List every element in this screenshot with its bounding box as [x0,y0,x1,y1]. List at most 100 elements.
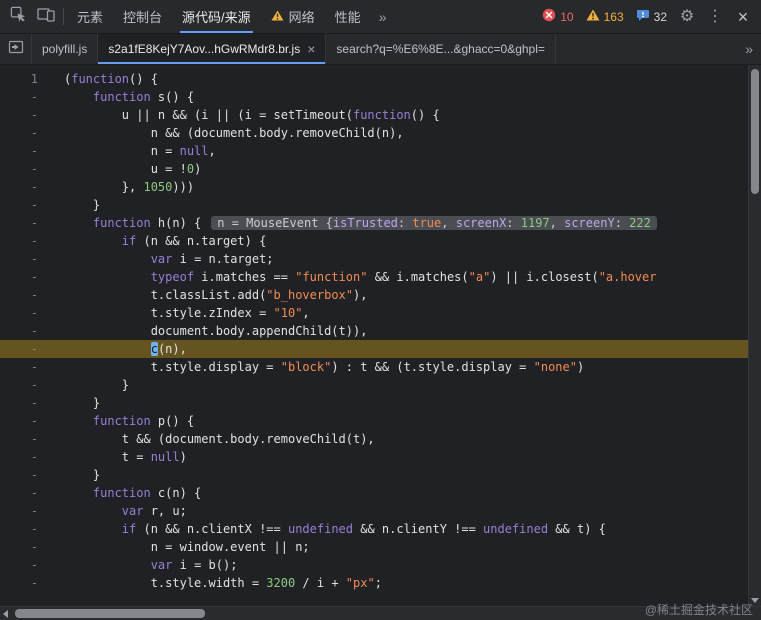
vertical-scrollbar[interactable] [748,65,761,606]
line-number[interactable]: - [0,268,52,286]
code-text[interactable]: var i = n.target; [52,250,748,268]
code-text[interactable]: var i = b(); [52,556,748,574]
line-number[interactable]: - [0,466,52,484]
code-text[interactable]: function p() { [52,412,748,430]
line-number[interactable]: - [0,574,52,592]
line-number[interactable]: - [0,394,52,412]
tab-label: 性能 [334,10,361,25]
line-number[interactable]: - [0,286,52,304]
code-text[interactable]: t.style.zIndex = "10", [52,304,748,322]
code-text[interactable]: }, 1050))) [52,178,748,196]
line-number[interactable]: - [0,322,52,340]
code-line: - } [0,394,748,412]
code-text[interactable]: t.classList.add("b_hoverbox"), [52,286,748,304]
vertical-scrollbar-thumb[interactable] [751,69,759,194]
line-number[interactable]: - [0,502,52,520]
code-text[interactable]: t.style.display = "block") : t && (t.sty… [52,358,748,376]
code-line: - var i = n.target; [0,250,748,268]
line-number[interactable]: - [0,430,52,448]
code-text[interactable]: n = window.event || n; [52,538,748,556]
tab-performance[interactable]: 性能 [325,0,371,33]
line-number[interactable]: - [0,520,52,538]
line-number[interactable]: - [0,178,52,196]
code-text[interactable]: n && (document.body.removeChild(n), [52,124,748,142]
code-line: 1 (function() { [0,70,748,88]
code-text[interactable]: function h(n) {n = MouseEvent {isTrusted… [52,214,748,232]
code-text[interactable]: function c(n) { [52,484,748,502]
warning-icon [586,9,600,24]
file-tab-polyfill[interactable]: polyfill.js [32,34,99,64]
tab-label: 控制台 [123,10,163,25]
code-line: - n = window.event || n; [0,538,748,556]
code-text[interactable]: u || n && (i || (i = setTimeout(function… [52,106,748,124]
code-line: - } [0,466,748,484]
code-text[interactable]: c(n), [52,340,748,358]
line-number[interactable]: - [0,358,52,376]
code-text[interactable]: if (n && n.clientX !== undefined && n.cl… [52,520,748,538]
tab-label: 元素 [77,10,104,25]
close-tab-icon[interactable]: × [307,42,315,56]
error-counter[interactable]: 10 [536,8,579,25]
horizontal-scrollbar-thumb[interactable] [15,609,205,618]
line-number[interactable]: - [0,376,52,394]
code-text[interactable]: function s() { [52,88,748,106]
code-text[interactable]: } [52,196,748,214]
line-number[interactable]: - [0,412,52,430]
tab-sources[interactable]: 源代码/来源 [172,0,261,33]
settings-button[interactable]: ⚙ [673,8,701,25]
code-line: - n = null, [0,142,748,160]
code-text[interactable]: u = !0) [52,160,748,178]
close-devtools-button[interactable]: × [729,8,757,26]
file-tab-search[interactable]: search?q=%E6%8E...&ghacc=0&ghpl= [326,34,556,64]
line-number[interactable]: - [0,160,52,178]
line-number[interactable]: - [0,538,52,556]
tab-elements[interactable]: 元素 [67,0,113,33]
code-editor[interactable]: 1 (function() { - function s() { - u || n &… [0,65,761,606]
code-text[interactable]: } [52,466,748,484]
code-text[interactable]: } [52,394,748,412]
show-navigator-button[interactable] [0,34,32,64]
warning-counter[interactable]: 163 [580,9,630,24]
code-line: - function c(n) { [0,484,748,502]
file-tab-active[interactable]: s2a1fE8KejY7Aov...hGwRMdr8.br.js × [98,34,327,64]
device-toolbar-button[interactable] [32,0,60,33]
line-number[interactable]: - [0,484,52,502]
code-text[interactable]: document.body.appendChild(t)), [52,322,748,340]
code-text[interactable]: var r, u; [52,502,748,520]
code-line: - } [0,376,748,394]
code-text[interactable]: typeof i.matches == "function" && i.matc… [52,268,748,286]
more-file-tabs-button[interactable]: » [737,34,761,64]
line-number[interactable]: - [0,142,52,160]
more-options-button[interactable]: ⋮ [701,8,729,25]
line-number[interactable]: - [0,556,52,574]
code-text[interactable]: t.style.width = 3200 / i + "px"; [52,574,748,592]
line-number[interactable]: - [0,448,52,466]
issues-count: 32 [653,9,667,24]
code-text[interactable]: t && (document.body.removeChild(t), [52,430,748,448]
code-text[interactable]: t = null) [52,448,748,466]
code-line: - t.style.display = "block") : t && (t.s… [0,358,748,376]
file-tab-strip: polyfill.js s2a1fE8KejY7Aov...hGwRMdr8.b… [0,34,761,65]
line-number[interactable]: - [0,232,52,250]
code-line: - t = null) [0,448,748,466]
tab-network[interactable]: 网络 [261,0,325,33]
line-number[interactable]: - [0,214,52,232]
more-panels-button[interactable]: » [371,0,395,33]
scroll-left-arrow-icon[interactable] [3,610,8,618]
code-text[interactable]: n = null, [52,142,748,160]
file-tab-label: search?q=%E6%8E...&ghacc=0&ghpl= [336,42,545,56]
issues-counter[interactable]: 32 [630,9,673,25]
line-number[interactable]: - [0,340,52,358]
code-text[interactable]: if (n && n.target) { [52,232,748,250]
line-number[interactable]: - [0,196,52,214]
line-number[interactable]: 1 [0,70,52,88]
line-number[interactable]: - [0,304,52,322]
code-text[interactable]: (function() { [52,70,748,88]
inspect-element-button[interactable] [4,0,32,33]
tab-console[interactable]: 控制台 [113,0,172,33]
line-number[interactable]: - [0,124,52,142]
line-number[interactable]: - [0,106,52,124]
line-number[interactable]: - [0,250,52,268]
code-text[interactable]: } [52,376,748,394]
line-number[interactable]: - [0,88,52,106]
